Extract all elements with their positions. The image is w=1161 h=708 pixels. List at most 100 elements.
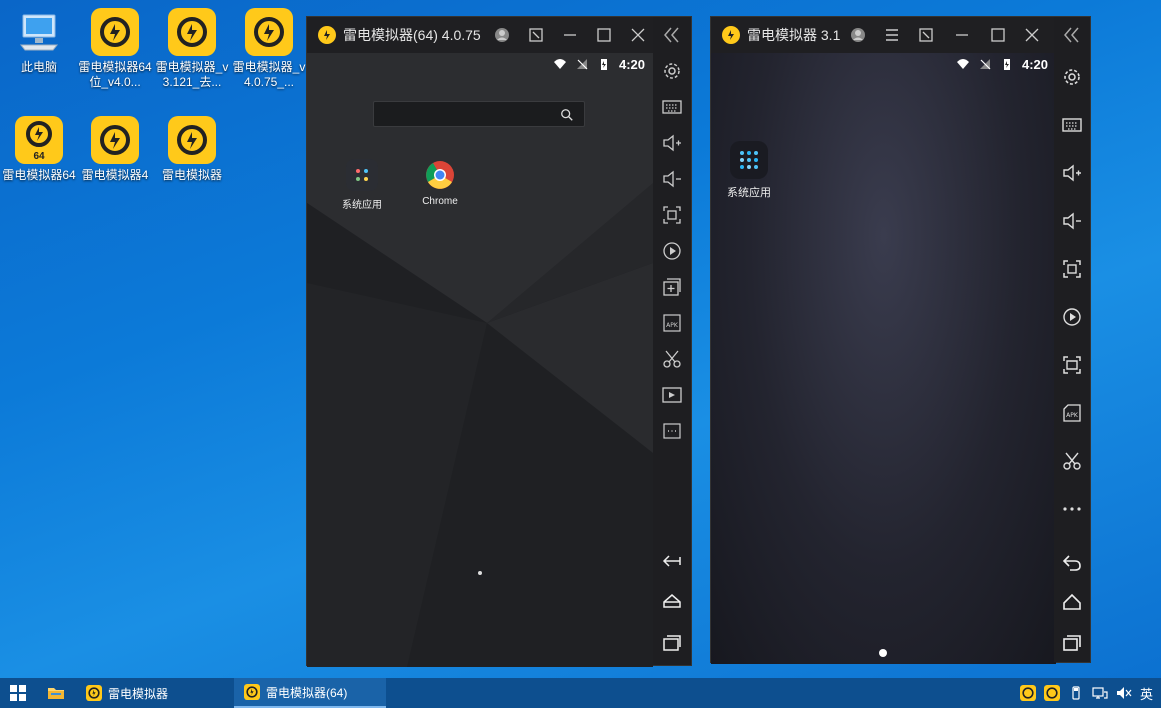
back-button[interactable] xyxy=(1054,542,1090,582)
battery-charging-icon xyxy=(1003,59,1010,70)
desktop-icon-this-pc[interactable]: 此电脑 xyxy=(4,8,74,75)
start-button[interactable] xyxy=(0,678,36,708)
fullscreen-button[interactable] xyxy=(1054,245,1090,293)
pin-button[interactable] xyxy=(909,17,943,53)
minimize-icon xyxy=(564,34,576,36)
desktop-icon-ldplayer64-installer[interactable]: 雷电模拟器64位_v4.0... xyxy=(78,8,152,90)
apk-icon: APK xyxy=(663,314,681,332)
window-titlebar[interactable]: 雷电模拟器 3.1 xyxy=(711,17,1054,53)
fullscreen-icon xyxy=(1063,260,1081,278)
minimize-button[interactable] xyxy=(553,17,587,53)
double-chevron-left-icon xyxy=(664,27,679,43)
home-button[interactable] xyxy=(1054,582,1090,622)
gear-icon xyxy=(664,63,680,79)
home-icon xyxy=(663,594,681,608)
volume-down-button[interactable] xyxy=(1054,197,1090,245)
record-video-button[interactable] xyxy=(653,377,691,413)
minimize-button[interactable] xyxy=(945,17,979,53)
desktop-icon-label: 雷电模拟器 xyxy=(161,168,222,182)
more-button[interactable] xyxy=(1054,485,1090,533)
no-signal-icon xyxy=(979,59,991,70)
app-label: 系统应用 xyxy=(727,187,771,199)
pin-button[interactable] xyxy=(519,17,553,53)
menu-button[interactable] xyxy=(875,17,909,53)
volume-down-icon xyxy=(1063,212,1081,230)
android-status-bar: 4:20 xyxy=(956,53,1056,75)
no-signal-icon xyxy=(576,59,588,70)
desktop-icon-ldplayer-v4[interactable]: 雷电模拟器_v4.0.75_... xyxy=(233,8,305,90)
account-button[interactable] xyxy=(485,17,519,53)
windows-logo-icon xyxy=(10,685,26,701)
screen-capture-button[interactable] xyxy=(1054,341,1090,389)
back-arrow-icon xyxy=(662,555,681,567)
ldplayer-logo-icon xyxy=(86,685,102,701)
search-bar[interactable] xyxy=(373,101,585,127)
install-apk-button[interactable]: APK xyxy=(653,305,691,341)
app-chrome[interactable]: Chrome xyxy=(410,159,470,207)
close-button[interactable] xyxy=(1015,17,1049,53)
screenshot-button[interactable] xyxy=(1054,437,1090,485)
screenshot-button[interactable] xyxy=(653,341,691,377)
chrome-icon xyxy=(426,161,454,189)
desktop-icon-ldplayer64[interactable]: 64 雷电模拟器64 xyxy=(2,116,76,183)
crop-capture-icon xyxy=(1063,356,1081,374)
home-icon xyxy=(1063,593,1081,610)
ldplayer-logo-icon xyxy=(91,116,139,164)
volume-up-button[interactable] xyxy=(1054,149,1090,197)
keyboard-button[interactable] xyxy=(653,89,691,125)
emulator-sidebar: APK xyxy=(1054,17,1090,662)
volume-up-button[interactable] xyxy=(653,125,691,161)
window-titlebar[interactable]: 雷电模拟器(64) 4.0.75 xyxy=(307,17,653,53)
taskbar-item-ldplayer[interactable]: 雷电模拟器 xyxy=(76,678,234,708)
home-button[interactable] xyxy=(653,581,691,621)
back-button[interactable] xyxy=(653,541,691,581)
account-button[interactable] xyxy=(841,17,875,53)
collapse-sidebar-button[interactable] xyxy=(653,17,691,53)
more-dots-icon xyxy=(1063,507,1081,511)
maximize-button[interactable] xyxy=(587,17,621,53)
rotate-button[interactable] xyxy=(1054,293,1090,341)
ldplayer-logo-icon xyxy=(245,8,293,56)
android-screen[interactable]: 4:20 系统应用 xyxy=(711,53,1056,664)
install-apk-button[interactable]: APK xyxy=(1054,389,1090,437)
shrink-window-icon xyxy=(919,28,933,42)
input-method-indicator[interactable]: 英 xyxy=(1140,684,1153,703)
usb-drive-icon[interactable] xyxy=(1068,685,1084,701)
close-button[interactable] xyxy=(621,17,655,53)
volume-down-button[interactable] xyxy=(653,161,691,197)
desktop-icon-ldplayer[interactable]: 雷电模拟器 xyxy=(157,116,227,183)
network-icon[interactable] xyxy=(1092,685,1108,701)
double-chevron-left-icon xyxy=(1064,27,1079,43)
recent-apps-button[interactable] xyxy=(653,621,691,665)
recent-apps-button[interactable] xyxy=(1054,622,1090,662)
recent-apps-icon xyxy=(663,635,681,651)
app-grid-icon xyxy=(730,141,768,179)
desktop-icon-ldplayer-v3[interactable]: 雷电模拟器_v3.121_去... xyxy=(156,8,228,90)
taskbar-item-ldplayer64[interactable]: 雷电模拟器(64) xyxy=(234,678,386,708)
app-system-apps[interactable]: 系统应用 xyxy=(719,141,779,200)
volume-up-icon xyxy=(663,134,681,152)
ldplayer-tray-icon[interactable] xyxy=(1043,685,1060,701)
file-explorer-button[interactable] xyxy=(36,678,76,708)
rotate-button[interactable] xyxy=(653,233,691,269)
ldplayer-logo-icon xyxy=(244,684,260,700)
ldplayer-tray-icon[interactable] xyxy=(1019,685,1036,701)
user-avatar-icon xyxy=(851,28,865,42)
desktop-icon-ldplayer4[interactable]: 雷电模拟器4 xyxy=(80,116,150,183)
wifi-icon xyxy=(553,59,566,69)
svg-text:APK: APK xyxy=(1066,412,1079,419)
more-button[interactable] xyxy=(653,413,691,449)
android-screen[interactable]: 4:20 系统应用 Chrome xyxy=(307,53,653,667)
collapse-sidebar-button[interactable] xyxy=(1054,17,1090,53)
volume-down-icon xyxy=(663,170,681,188)
badge-64: 64 xyxy=(33,151,45,162)
settings-button[interactable] xyxy=(1054,53,1090,101)
app-system-apps[interactable]: 系统应用 xyxy=(332,159,392,211)
fullscreen-button[interactable] xyxy=(653,197,691,233)
multi-instance-button[interactable] xyxy=(653,269,691,305)
status-time: 4:20 xyxy=(618,56,645,72)
keyboard-button[interactable] xyxy=(1054,101,1090,149)
volume-mute-icon[interactable] xyxy=(1116,685,1132,701)
maximize-button[interactable] xyxy=(981,17,1015,53)
settings-button[interactable] xyxy=(653,53,691,89)
